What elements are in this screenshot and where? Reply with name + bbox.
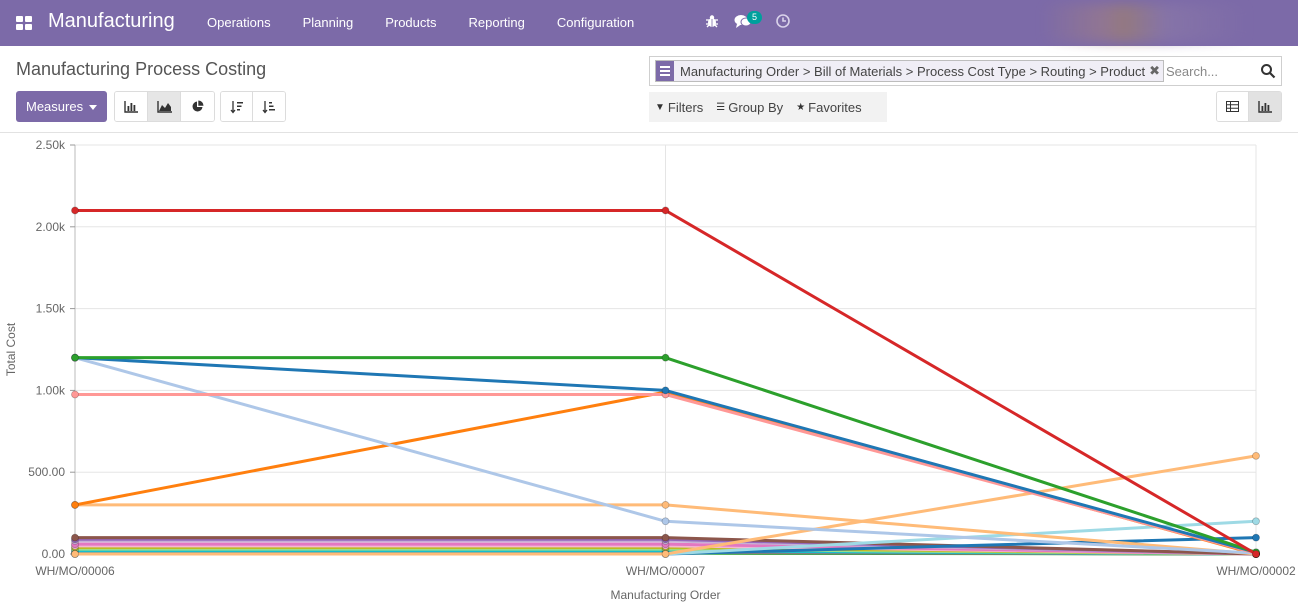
x-axis-title: Manufacturing Order — [610, 588, 720, 602]
search-icon[interactable] — [1260, 63, 1276, 79]
y-tick-label: 2.00k — [36, 220, 66, 234]
apps-menu-icon[interactable] — [16, 16, 32, 30]
menu-item-reporting[interactable]: Reporting — [453, 0, 541, 46]
sort-ascending-button[interactable] — [253, 92, 285, 121]
top-navbar: Manufacturing Operations Planning Produc… — [0, 0, 1298, 46]
data-point — [71, 550, 79, 558]
data-point — [661, 206, 670, 215]
y-tick-label: 1.50k — [36, 302, 66, 316]
graph-view: 0.00 500.00 1.00k 1.50k 2.00k 2.50k WH/MO/0000… — [0, 134, 1298, 607]
chart-type-group — [114, 91, 215, 122]
data-point — [661, 386, 670, 395]
facet-remove-icon[interactable]: ✖ — [1149, 63, 1163, 79]
y-tick-label: 500.00 — [28, 465, 65, 479]
sort-ascending-icon — [262, 100, 275, 114]
data-point — [71, 533, 79, 542]
graph-view-button[interactable] — [1249, 92, 1281, 121]
sort-descending-button[interactable] — [221, 92, 253, 121]
bar-chart-icon — [124, 100, 138, 113]
search-options-bar: ▼ Filters ☰ Group By ★ Favorites — [649, 92, 887, 122]
menu-item-configuration[interactable]: Configuration — [541, 0, 650, 46]
pie-chart-button[interactable] — [181, 92, 214, 121]
facet-values: Manufacturing Order > Bill of Materials … — [680, 63, 1146, 79]
sort-descending-icon — [229, 100, 243, 114]
favorites-toggle[interactable]: ★ Favorites — [796, 100, 861, 115]
data-point — [71, 206, 79, 215]
pie-chart-icon — [192, 100, 204, 112]
y-tick-label: 2.50k — [36, 138, 66, 152]
clock-icon[interactable] — [774, 13, 792, 31]
favorites-label: Favorites — [808, 99, 862, 115]
messages-count-badge: 5 — [747, 11, 762, 24]
list-view-icon — [1226, 101, 1239, 112]
caret-down-icon — [89, 105, 98, 111]
data-point — [661, 501, 670, 509]
menu-item-products[interactable]: Products — [369, 0, 452, 46]
data-point — [661, 517, 670, 526]
app-title[interactable]: Manufacturing — [48, 10, 175, 33]
data-point — [71, 501, 79, 509]
data-point — [71, 353, 79, 362]
area-chart-icon — [156, 100, 172, 113]
measures-label: Measures — [26, 99, 84, 114]
groupby-label: Group By — [728, 99, 784, 115]
control-panel: Manufacturing Process Costing Measures M… — [0, 46, 1298, 133]
y-tick-label: 1.00k — [36, 383, 66, 397]
x-tick-label: WH/MO/00006 — [35, 564, 115, 578]
groupby-facet-icon — [656, 61, 674, 81]
main-menu: Operations Planning Products Reporting C… — [191, 0, 650, 46]
filter-icon: ▼ — [655, 101, 665, 113]
bug-icon[interactable] — [703, 13, 721, 31]
line-chart: 0.00 500.00 1.00k 1.50k 2.00k 2.50k WH/MO/0000… — [4, 138, 1296, 602]
data-point — [1252, 533, 1260, 542]
data-point — [661, 353, 670, 362]
data-point — [71, 390, 79, 399]
y-tick-label: 0.00 — [42, 547, 66, 561]
view-switcher — [1216, 91, 1282, 122]
menu-item-operations[interactable]: Operations — [191, 0, 287, 46]
groupby-facet[interactable]: Manufacturing Order > Bill of Materials … — [655, 60, 1164, 82]
x-tick-label: WH/MO/00007 — [626, 564, 706, 578]
filters-label: Filters — [667, 99, 704, 115]
x-tick-label: WH/MO/00002 — [1216, 564, 1296, 578]
data-point — [661, 533, 670, 542]
graph-view-icon — [1258, 100, 1272, 113]
groupby-toggle[interactable]: ☰ Group By — [716, 100, 783, 115]
star-icon: ★ — [796, 101, 806, 113]
data-point — [661, 550, 670, 558]
data-point — [1252, 550, 1260, 558]
y-axis-title: Total Cost — [4, 322, 18, 376]
search-input[interactable] — [1166, 61, 1256, 81]
page-title: Manufacturing Process Costing — [16, 59, 267, 79]
sort-group — [220, 91, 286, 122]
line-chart-button[interactable] — [148, 92, 181, 121]
data-point — [1252, 517, 1260, 526]
user-menu-blurred[interactable] — [1040, 4, 1250, 42]
menu-item-planning[interactable]: Planning — [287, 0, 370, 46]
data-point — [1252, 451, 1260, 460]
search-box: Manufacturing Order > Bill of Materials … — [649, 56, 1282, 86]
bar-chart-button[interactable] — [115, 92, 148, 121]
list-view-button[interactable] — [1217, 92, 1249, 121]
filters-toggle[interactable]: ▼ Filters — [655, 100, 703, 115]
bars-icon: ☰ — [716, 101, 726, 113]
measures-button[interactable]: Measures — [16, 91, 107, 122]
